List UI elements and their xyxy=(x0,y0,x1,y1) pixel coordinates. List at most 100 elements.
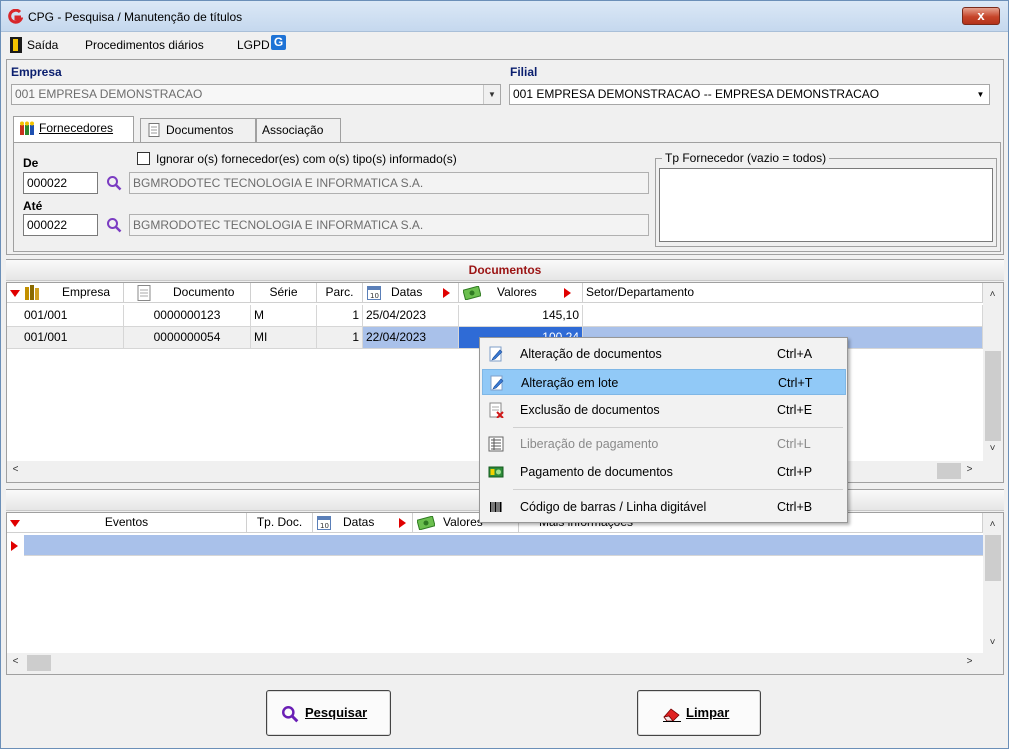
empresa-select[interactable]: 001 EMPRESA DEMONSTRACAO ▼ xyxy=(11,84,501,105)
menu-item-shortcut: Ctrl+E xyxy=(777,403,813,417)
chevron-down-icon: ▼ xyxy=(483,85,500,104)
scroll-thumb[interactable] xyxy=(985,535,1001,581)
table-row-1-setor[interactable] xyxy=(583,305,983,327)
ate-code-input[interactable]: 000022 xyxy=(23,214,98,236)
menu-item-liberacao-pagamento[interactable]: Liberação de pagamento Ctrl+L xyxy=(482,431,846,457)
menu-item-alteracao-lote[interactable]: Alteração em lote Ctrl+T xyxy=(482,369,846,395)
scroll-up-icon[interactable]: ˄ xyxy=(984,519,1001,530)
scroll-thumb[interactable] xyxy=(27,655,51,671)
calendar-icon: 10 xyxy=(367,286,381,300)
limpar-label: Limpar xyxy=(686,705,730,720)
table-row-2-serie[interactable]: MI xyxy=(251,327,317,349)
scroll-right-icon[interactable]: > xyxy=(961,656,978,667)
scroll-left-icon[interactable]: < xyxy=(7,656,24,667)
ate-name-value: BGMRODOTEC TECNOLOGIA E INFORMATICA S.A. xyxy=(133,218,424,232)
filial-value: 001 EMPRESA DEMONSTRACAO -- EMPRESA DEMO… xyxy=(513,87,880,101)
limpar-button[interactable]: Limpar xyxy=(637,690,761,736)
de-label: De xyxy=(23,156,39,170)
de-code-input[interactable]: 000022 xyxy=(23,172,98,194)
close-button[interactable]: x xyxy=(962,7,1000,25)
menu-separator xyxy=(513,489,843,490)
tp-fornecedor-label: Tp Fornecedor (vazio = todos) xyxy=(662,151,830,165)
money-icon xyxy=(417,516,435,530)
empresa-label: Empresa xyxy=(11,65,62,79)
de-code-value: 000022 xyxy=(27,176,68,190)
table-row-2-empresa[interactable]: 001/001 xyxy=(7,327,124,349)
scroll-up-icon[interactable]: ˄ xyxy=(984,289,1001,300)
document-icon xyxy=(137,285,151,301)
table-row-1-data[interactable]: 25/04/2023 xyxy=(363,305,459,327)
table-row-1-empresa[interactable]: 001/001 xyxy=(7,305,124,327)
table-row[interactable] xyxy=(24,535,983,556)
col-hist-datas[interactable]: 10 Datas xyxy=(313,513,413,533)
col-serie[interactable]: Série xyxy=(251,283,317,303)
col-empresa[interactable]: Empresa xyxy=(7,283,124,303)
sort-indicator-icon xyxy=(399,518,406,528)
people-icon xyxy=(20,121,34,135)
scroll-down-icon[interactable]: ˅ xyxy=(984,637,1001,648)
historico-grid[interactable]: Eventos Tp. Doc. 10 Datas Valores Mais i… xyxy=(6,512,1004,675)
table-row-2-data[interactable]: 22/04/2023 xyxy=(363,327,459,349)
menu-item-shortcut: Ctrl+B xyxy=(777,500,813,514)
list-grid-icon xyxy=(488,436,504,452)
menu-item-codigo-barras[interactable]: Código de barras / Linha digitável Ctrl+… xyxy=(482,494,846,520)
documentos-header: Documentos xyxy=(6,259,1004,281)
table-row-1-documento[interactable]: 0000000123 xyxy=(124,305,251,327)
table-row-2-parc[interactable]: 1 xyxy=(317,327,363,349)
context-menu: Alteração de documentos Ctrl+A Alteração… xyxy=(479,337,848,523)
de-name-field: BGMRODOTEC TECNOLOGIA E INFORMATICA S.A. xyxy=(129,172,649,194)
col-setor-label: Setor/Departamento xyxy=(586,285,695,299)
col-valores[interactable]: Valores xyxy=(459,283,583,303)
chevron-down-icon: ▼ xyxy=(972,85,989,104)
sort-indicator-icon xyxy=(10,520,20,527)
scroll-left-icon[interactable]: < xyxy=(7,464,24,475)
menu-item-label: Código de barras / Linha digitável xyxy=(520,500,707,514)
menu-saida[interactable]: Saída xyxy=(27,38,58,52)
historico-vertical-scrollbar[interactable]: ˄ ˅ xyxy=(983,513,1003,653)
sort-indicator-icon xyxy=(10,290,20,297)
col-eventos[interactable]: Eventos xyxy=(7,513,247,533)
col-parc[interactable]: Parc. xyxy=(317,283,363,303)
menu-item-shortcut: Ctrl+L xyxy=(777,437,811,451)
col-serie-label: Série xyxy=(269,285,298,299)
col-documento[interactable]: Documento xyxy=(124,283,251,303)
menu-item-exclusao-documentos[interactable]: Exclusão de documentos Ctrl+E xyxy=(482,397,846,423)
ignore-types-checkbox[interactable] xyxy=(137,152,150,165)
menu-item-pagamento-documentos[interactable]: Pagamento de documentos Ctrl+P xyxy=(482,459,846,485)
close-icon: x xyxy=(977,8,985,23)
table-row-2-documento[interactable]: 0000000054 xyxy=(124,327,251,349)
current-row-indicator-icon xyxy=(11,541,18,551)
ignore-types-label: Ignorar o(s) fornecedor(es) com o(s) tip… xyxy=(156,152,457,166)
menu-separator xyxy=(513,427,843,428)
table-row-1-parc[interactable]: 1 xyxy=(317,305,363,327)
tab-documentos[interactable]: Documentos xyxy=(140,118,256,142)
menu-item-label: Exclusão de documentos xyxy=(520,403,660,417)
documentos-vertical-scrollbar[interactable]: ˄ ˅ xyxy=(983,283,1003,461)
tp-fornecedor-list[interactable] xyxy=(659,168,993,242)
col-setor[interactable]: Setor/Departamento xyxy=(583,283,983,303)
tab-fornecedores[interactable]: Fornecedores xyxy=(13,116,134,143)
menu-procedimentos-diarios[interactable]: Procedimentos diários xyxy=(85,38,204,52)
delete-document-icon xyxy=(489,402,504,418)
search-icon xyxy=(282,706,299,723)
filial-select[interactable]: 001 EMPRESA DEMONSTRACAO -- EMPRESA DEMO… xyxy=(509,84,990,105)
pesquisar-button[interactable]: Pesquisar xyxy=(266,690,391,736)
menu-item-alteracao-documentos[interactable]: Alteração de documentos Ctrl+A xyxy=(482,341,846,367)
scroll-thumb[interactable] xyxy=(985,351,1001,441)
scroll-right-icon[interactable]: > xyxy=(961,464,978,475)
money-icon xyxy=(488,466,504,478)
eraser-icon xyxy=(663,708,681,722)
table-row-1-valor[interactable]: 145,10 xyxy=(459,305,583,327)
col-datas[interactable]: 10 Datas xyxy=(363,283,459,303)
lgpd-g-icon[interactable]: G xyxy=(271,35,286,50)
scroll-thumb[interactable] xyxy=(937,463,961,479)
search-icon[interactable] xyxy=(106,175,122,191)
table-row-1-serie[interactable]: M xyxy=(251,305,317,327)
search-icon[interactable] xyxy=(106,217,122,233)
col-tp-doc[interactable]: Tp. Doc. xyxy=(247,513,313,533)
menu-lgpd[interactable]: LGPD xyxy=(237,38,270,52)
scroll-down-icon[interactable]: ˅ xyxy=(984,443,1001,454)
historico-horizontal-scrollbar[interactable]: < > xyxy=(7,653,1003,674)
menu-item-shortcut: Ctrl+T xyxy=(778,376,813,390)
tab-associacao[interactable]: Associação xyxy=(256,118,341,142)
